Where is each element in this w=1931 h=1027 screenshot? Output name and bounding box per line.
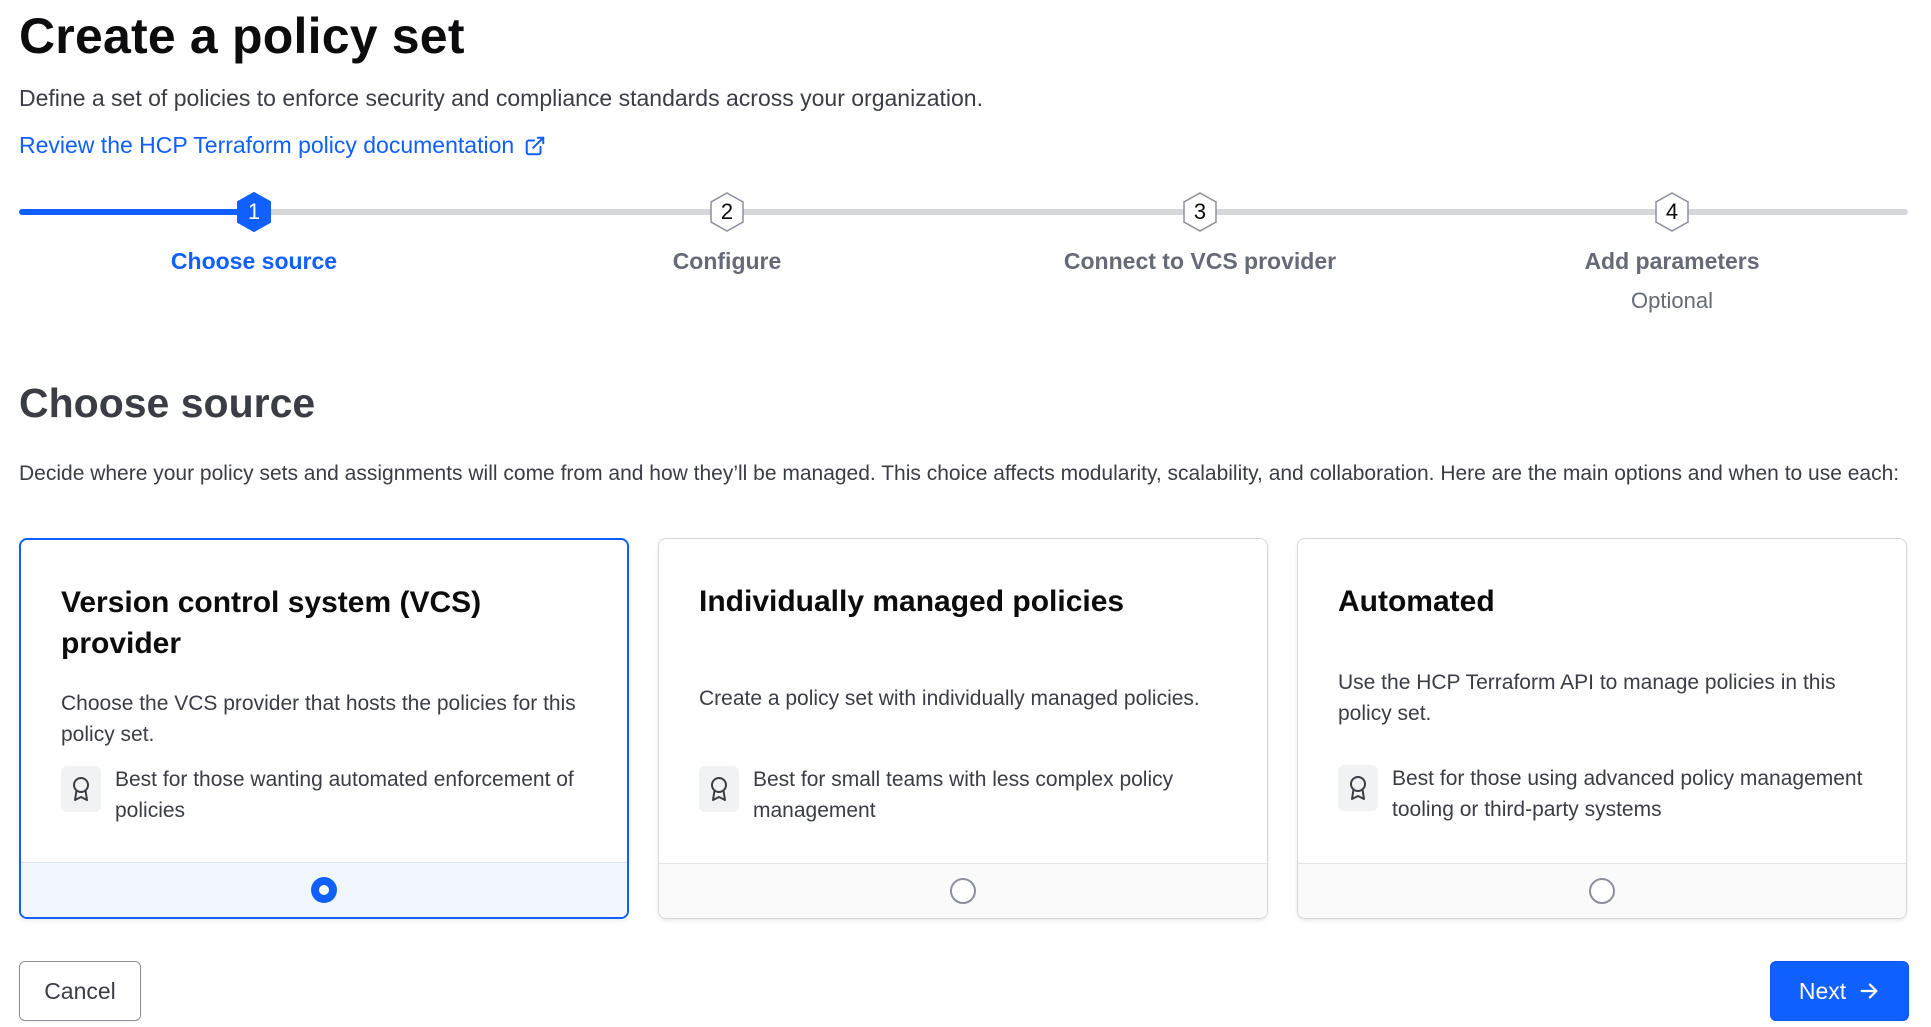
page-description: Define a set of policies to enforce secu… bbox=[19, 85, 983, 111]
option-radio-automated[interactable] bbox=[1589, 878, 1615, 904]
step-2-number: 2 bbox=[720, 199, 734, 224]
policy-documentation-link-label: Review the HCP Terraform policy document… bbox=[19, 132, 515, 158]
option-radio-vcs[interactable] bbox=[311, 877, 337, 903]
policy-documentation-link[interactable]: Review the HCP Terraform policy document… bbox=[19, 132, 546, 160]
option-card-benefit-text: Best for those using advanced policy man… bbox=[1392, 767, 1863, 821]
step-4-number: 4 bbox=[1665, 199, 1679, 224]
option-card-description: Choose the VCS provider that hosts the p… bbox=[61, 692, 576, 746]
option-card-footer bbox=[659, 863, 1267, 918]
option-card-benefit-text: Best for small teams with less complex p… bbox=[753, 768, 1174, 822]
option-card-footer bbox=[1298, 863, 1906, 918]
stepper-track bbox=[19, 209, 1908, 215]
option-radio-individual[interactable] bbox=[950, 878, 976, 904]
option-card-vcs[interactable]: Version control system (VCS) provider Ch… bbox=[19, 538, 629, 919]
step-4-marker: 4 bbox=[1654, 192, 1690, 232]
next-button[interactable]: Next bbox=[1770, 961, 1909, 1021]
step-1-number: 1 bbox=[247, 199, 261, 224]
stepper-progress bbox=[19, 209, 255, 215]
option-card-footer bbox=[21, 862, 627, 917]
option-card-benefit: Best for those using advanced policy man… bbox=[1338, 763, 1866, 825]
cancel-button-label: Cancel bbox=[44, 977, 116, 1004]
option-card-individual[interactable]: Individually managed policies Create a p… bbox=[658, 538, 1268, 919]
option-card-benefit-text: Best for those wanting automated enforce… bbox=[115, 768, 574, 822]
option-card-title: Individually managed policies bbox=[699, 585, 1125, 618]
step-4-optional-label: Optional bbox=[1631, 288, 1713, 313]
external-link-icon bbox=[525, 136, 545, 156]
award-icon bbox=[699, 766, 739, 812]
arrow-right-icon bbox=[1860, 983, 1878, 999]
option-card-title: Automated bbox=[1338, 585, 1495, 618]
option-card-title: Version control system (VCS) provider bbox=[61, 586, 482, 660]
next-button-label: Next bbox=[1798, 977, 1847, 1004]
step-3-label: Connect to VCS provider bbox=[1063, 248, 1337, 274]
step-1-label: Choose source bbox=[170, 248, 338, 274]
award-icon bbox=[61, 766, 101, 812]
option-card-description: Create a policy set with individually ma… bbox=[699, 687, 1200, 710]
page-title: Create a policy set bbox=[19, 8, 465, 64]
step-3-number: 3 bbox=[1193, 199, 1207, 224]
option-card-benefit: Best for those wanting automated enforce… bbox=[61, 764, 587, 826]
cancel-button[interactable]: Cancel bbox=[19, 961, 141, 1021]
option-card-automated[interactable]: Automated Use the HCP Terraform API to m… bbox=[1297, 538, 1907, 919]
section-title: Choose source bbox=[19, 380, 316, 426]
step-3-marker: 3 bbox=[1182, 192, 1218, 232]
step-1-marker: 1 bbox=[236, 192, 272, 232]
option-card-benefit: Best for small teams with less complex p… bbox=[699, 764, 1227, 826]
section-description: Decide where your policy sets and assign… bbox=[19, 462, 1900, 485]
step-2-label: Configure bbox=[672, 248, 782, 274]
step-4-label: Add parameters bbox=[1584, 248, 1760, 274]
step-2-marker: 2 bbox=[709, 192, 745, 232]
award-icon bbox=[1338, 765, 1378, 811]
option-card-description: Use the HCP Terraform API to manage poli… bbox=[1338, 671, 1836, 725]
